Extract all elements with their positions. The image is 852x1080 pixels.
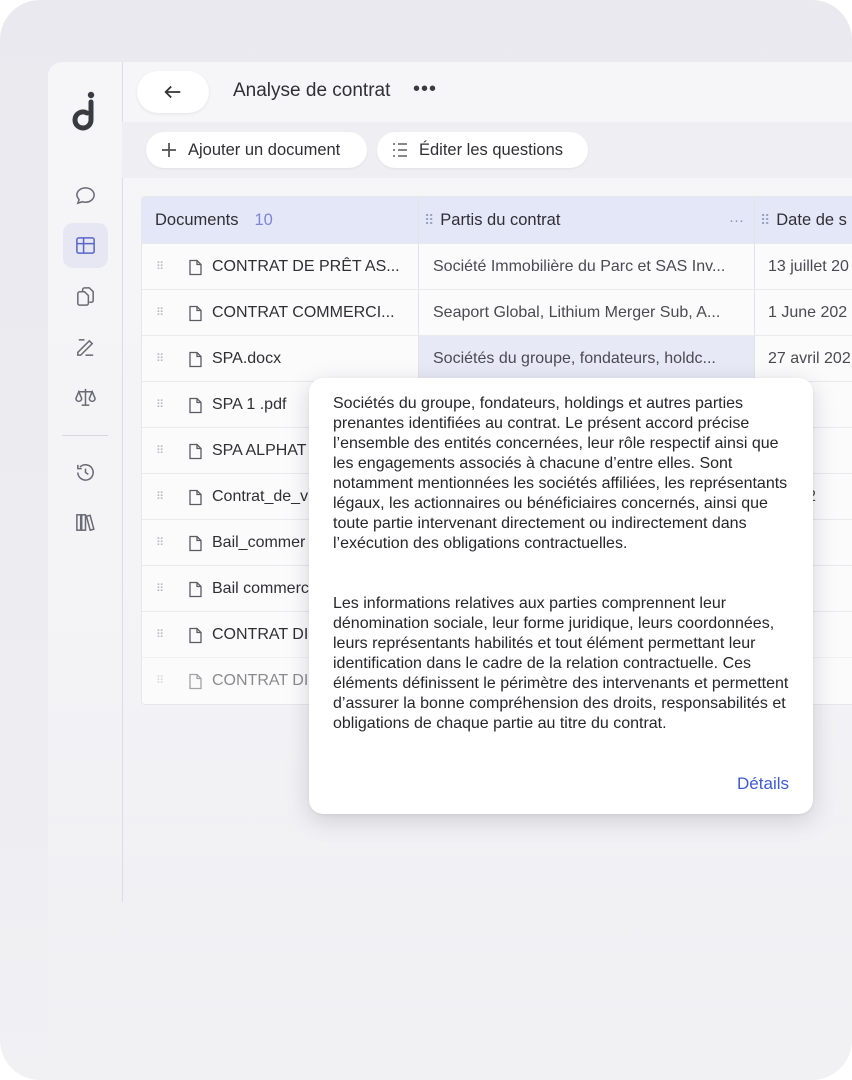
nav-edit[interactable] [63, 325, 108, 370]
library-icon [76, 514, 95, 532]
column-date[interactable]: ⠿ Date de s [760, 197, 847, 243]
table-row[interactable]: ⠿ CONTRAT DE PRÊT AS... Société Immobilièr… [142, 243, 852, 290]
document-name: SPA ALPHAT [212, 442, 307, 459]
document-name: SPA.docx [212, 350, 282, 367]
title-more-button[interactable]: ••• [413, 78, 437, 101]
date-cell[interactable]: 1 June 202 [768, 290, 852, 336]
nav-chat[interactable] [63, 173, 108, 218]
row-drag-handle-icon[interactable]: ⠿ [156, 260, 164, 273]
file-icon [189, 443, 202, 459]
document-name: CONTRAT DE PRÊT AS... [212, 258, 400, 275]
back-button[interactable] [137, 71, 209, 113]
date-cell[interactable]: 27 avril 202 [768, 336, 852, 382]
document-name: SPA 1 .pdf [212, 396, 287, 413]
row-drag-handle-icon[interactable]: ⠿ [156, 674, 164, 687]
cell-detail-popover: Sociétés du groupe, fondateurs, holdings… [309, 378, 813, 814]
row-drag-handle-icon[interactable]: ⠿ [156, 444, 164, 457]
page-title: Analyse de contrat [233, 80, 391, 101]
column-parties[interactable]: ⠿ Partis du contrat ··· [424, 197, 754, 243]
parties-value: Société Immobilière du Parc et SAS Inv..… [433, 258, 726, 275]
parties-cell[interactable]: Société Immobilière du Parc et SAS Inv..… [419, 244, 754, 290]
chat-icon [76, 187, 95, 205]
file-icon [189, 581, 202, 597]
file-icon [189, 489, 202, 505]
document-name: Contrat_de_v [212, 488, 309, 505]
parties-cell[interactable]: Seaport Global, Lithium Merger Sub, A... [419, 290, 754, 336]
date-value: 27 avril 202 [768, 350, 851, 367]
popover-paragraph: Sociétés du groupe, fondateurs, holdings… [333, 395, 788, 552]
parties-value: Seaport Global, Lithium Merger Sub, A... [433, 304, 721, 321]
nav-library[interactable] [63, 500, 108, 545]
popover-paragraph: Les informations relatives aux parties c… [333, 595, 789, 732]
drag-handle-icon[interactable]: ⠿ [760, 212, 770, 229]
device-frame: Analyse de contrat ••• Ajouter un docume… [0, 0, 852, 1080]
document-name: CONTRAT COMMERCI... [212, 304, 395, 321]
file-icon [189, 535, 202, 551]
file-icon [189, 351, 202, 367]
table-icon [76, 237, 95, 254]
parties-cell[interactable]: Sociétés du groupe, fondateurs, holdc... [419, 336, 754, 382]
document-name-cell[interactable]: SPA.docx [188, 336, 414, 382]
logo-j [72, 91, 95, 131]
row-drag-handle-icon[interactable]: ⠿ [156, 352, 164, 365]
document-name: Bail_commer [212, 534, 306, 551]
nav-table[interactable] [63, 223, 108, 268]
add-document-label: Ajouter un document [188, 140, 341, 159]
column-label: Documents [155, 210, 239, 229]
plus-icon [160, 141, 178, 159]
arrow-left-icon [164, 85, 181, 99]
file-icon [189, 305, 202, 321]
table-header: Documents 10 ⠿ Partis du contrat ··· ⠿ D… [142, 197, 852, 243]
document-name-cell[interactable]: CONTRAT DE PRÊT AS... [188, 244, 414, 290]
document-name: CONTRAT DI [212, 626, 309, 643]
sidebar [48, 62, 123, 902]
copy-icon [77, 287, 94, 306]
list-icon [391, 141, 409, 159]
row-drag-handle-icon[interactable]: ⠿ [156, 582, 164, 595]
drag-handle-icon[interactable]: ⠿ [424, 212, 434, 229]
table-row[interactable]: ⠿ CONTRAT COMMERCI... Seaport Global, Lith… [142, 289, 852, 336]
document-count: 10 [254, 210, 273, 229]
row-drag-handle-icon[interactable]: ⠿ [156, 536, 164, 549]
nav-legal[interactable] [63, 375, 108, 420]
nav-documents[interactable] [63, 274, 108, 319]
add-document-button[interactable]: Ajouter un document [146, 132, 367, 168]
nav-history[interactable] [63, 450, 108, 495]
edit-icon [77, 339, 94, 356]
edit-questions-button[interactable]: Éditer les questions [377, 132, 588, 168]
document-name-cell[interactable]: CONTRAT COMMERCI... [188, 290, 414, 336]
history-icon [77, 464, 94, 481]
document-name: Bail commerc [212, 580, 309, 597]
date-cell[interactable]: 13 juillet 20 [768, 244, 852, 290]
edit-questions-label: Éditer les questions [419, 140, 563, 159]
column-label: Partis du contrat [440, 210, 561, 229]
sidebar-divider [62, 435, 108, 436]
row-drag-handle-icon[interactable]: ⠿ [156, 306, 164, 319]
column-documents[interactable]: Documents 10 [155, 197, 273, 243]
file-icon [189, 397, 202, 413]
date-value: 13 juillet 20 [768, 258, 849, 275]
row-drag-handle-icon[interactable]: ⠿ [156, 628, 164, 641]
table-row[interactable]: ⠿ SPA.docx Sociétés du groupe, fondateurs,… [142, 335, 852, 382]
date-value: 1 June 202 [768, 304, 848, 321]
file-icon [189, 673, 202, 689]
column-label: Date de s [776, 210, 847, 229]
file-icon [189, 259, 202, 275]
row-drag-handle-icon[interactable]: ⠿ [156, 490, 164, 503]
row-drag-handle-icon[interactable]: ⠿ [156, 398, 164, 411]
parties-value: Sociétés du groupe, fondateurs, holdc... [433, 350, 716, 367]
details-link[interactable]: Détails [737, 774, 789, 794]
column-menu-button[interactable]: ··· [729, 212, 744, 229]
scale-icon [75, 388, 96, 406]
document-name: CONTRAT DI [212, 672, 309, 689]
file-icon [189, 627, 202, 643]
